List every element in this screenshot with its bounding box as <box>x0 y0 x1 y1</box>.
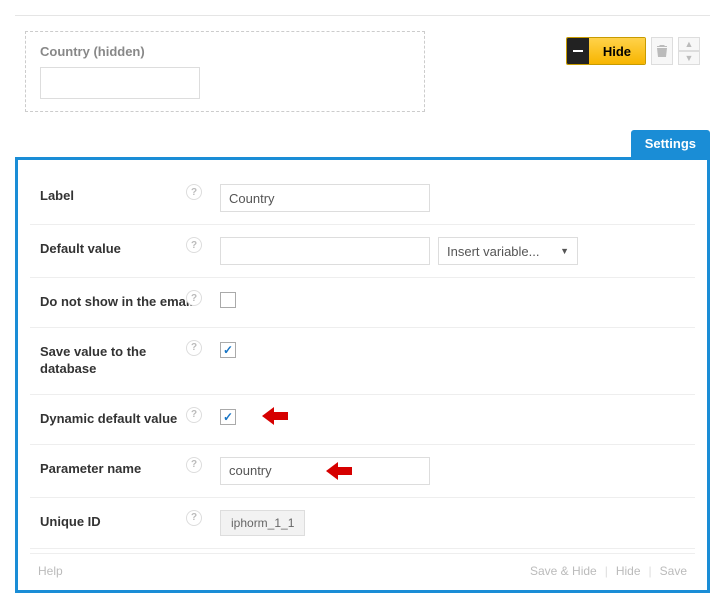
unique-id-value: iphorm_1_1 <box>220 510 305 536</box>
row-label: Label ? <box>30 172 695 225</box>
row-save-db: Save value to the database ? <box>30 328 695 395</box>
top-row: Country (hidden) Hide ▲ ▼ <box>15 31 710 112</box>
insert-variable-select[interactable]: Insert variable... <box>438 237 578 265</box>
row-title: Unique ID <box>40 514 101 529</box>
tab-settings[interactable]: Settings <box>631 130 710 157</box>
help-icon[interactable]: ? <box>186 407 202 423</box>
row-title: Parameter name <box>40 461 141 476</box>
hide-link[interactable]: Hide <box>616 564 641 578</box>
reorder-stepper: ▲ ▼ <box>678 37 700 65</box>
row-default-value: Default value ? Insert variable... <box>30 225 695 278</box>
arrow-left-icon <box>262 407 286 425</box>
top-buttons: Hide ▲ ▼ <box>566 31 710 65</box>
row-title: Do not show in the email <box>40 294 193 309</box>
help-link[interactable]: Help <box>38 564 63 578</box>
save-link[interactable]: Save <box>660 564 687 578</box>
preview-label: Country (hidden) <box>40 44 410 59</box>
row-title: Default value <box>40 241 121 256</box>
help-icon[interactable]: ? <box>186 340 202 356</box>
row-title: Label <box>40 188 74 203</box>
row-unique-id: Unique ID ? iphorm_1_1 <box>30 498 695 549</box>
chevron-up-icon[interactable]: ▲ <box>678 37 700 51</box>
select-label: Insert variable... <box>447 244 540 259</box>
trash-icon[interactable] <box>651 37 673 65</box>
dynamic-default-checkbox[interactable] <box>220 409 236 425</box>
row-title: Save value to the database <box>40 344 146 376</box>
help-icon[interactable]: ? <box>186 510 202 526</box>
collapse-button[interactable]: Hide <box>566 37 646 65</box>
help-icon[interactable]: ? <box>186 457 202 473</box>
help-icon[interactable]: ? <box>186 290 202 306</box>
save-hide-link[interactable]: Save & Hide <box>530 564 597 578</box>
row-title: Dynamic default value <box>40 411 177 426</box>
help-icon[interactable]: ? <box>186 237 202 253</box>
panel-footer: Help Save & Hide | Hide | Save <box>30 553 695 578</box>
row-no-email: Do not show in the email ? <box>30 278 695 328</box>
hide-label: Hide <box>589 38 645 64</box>
minus-icon <box>567 38 589 64</box>
default-value-input[interactable] <box>220 237 430 265</box>
label-input[interactable] <box>220 184 430 212</box>
row-parameter-name: Parameter name ? <box>30 445 695 498</box>
no-email-checkbox[interactable] <box>220 292 236 308</box>
row-dynamic-default: Dynamic default value ? <box>30 395 695 445</box>
parameter-name-input[interactable] <box>220 457 430 485</box>
field-preview: Country (hidden) <box>25 31 425 112</box>
save-db-checkbox[interactable] <box>220 342 236 358</box>
tab-bar: Settings <box>15 130 710 157</box>
preview-input <box>40 67 200 99</box>
chevron-down-icon[interactable]: ▼ <box>678 51 700 65</box>
help-icon[interactable]: ? <box>186 184 202 200</box>
settings-panel: Label ? Default value ? Insert variable.… <box>15 157 710 593</box>
